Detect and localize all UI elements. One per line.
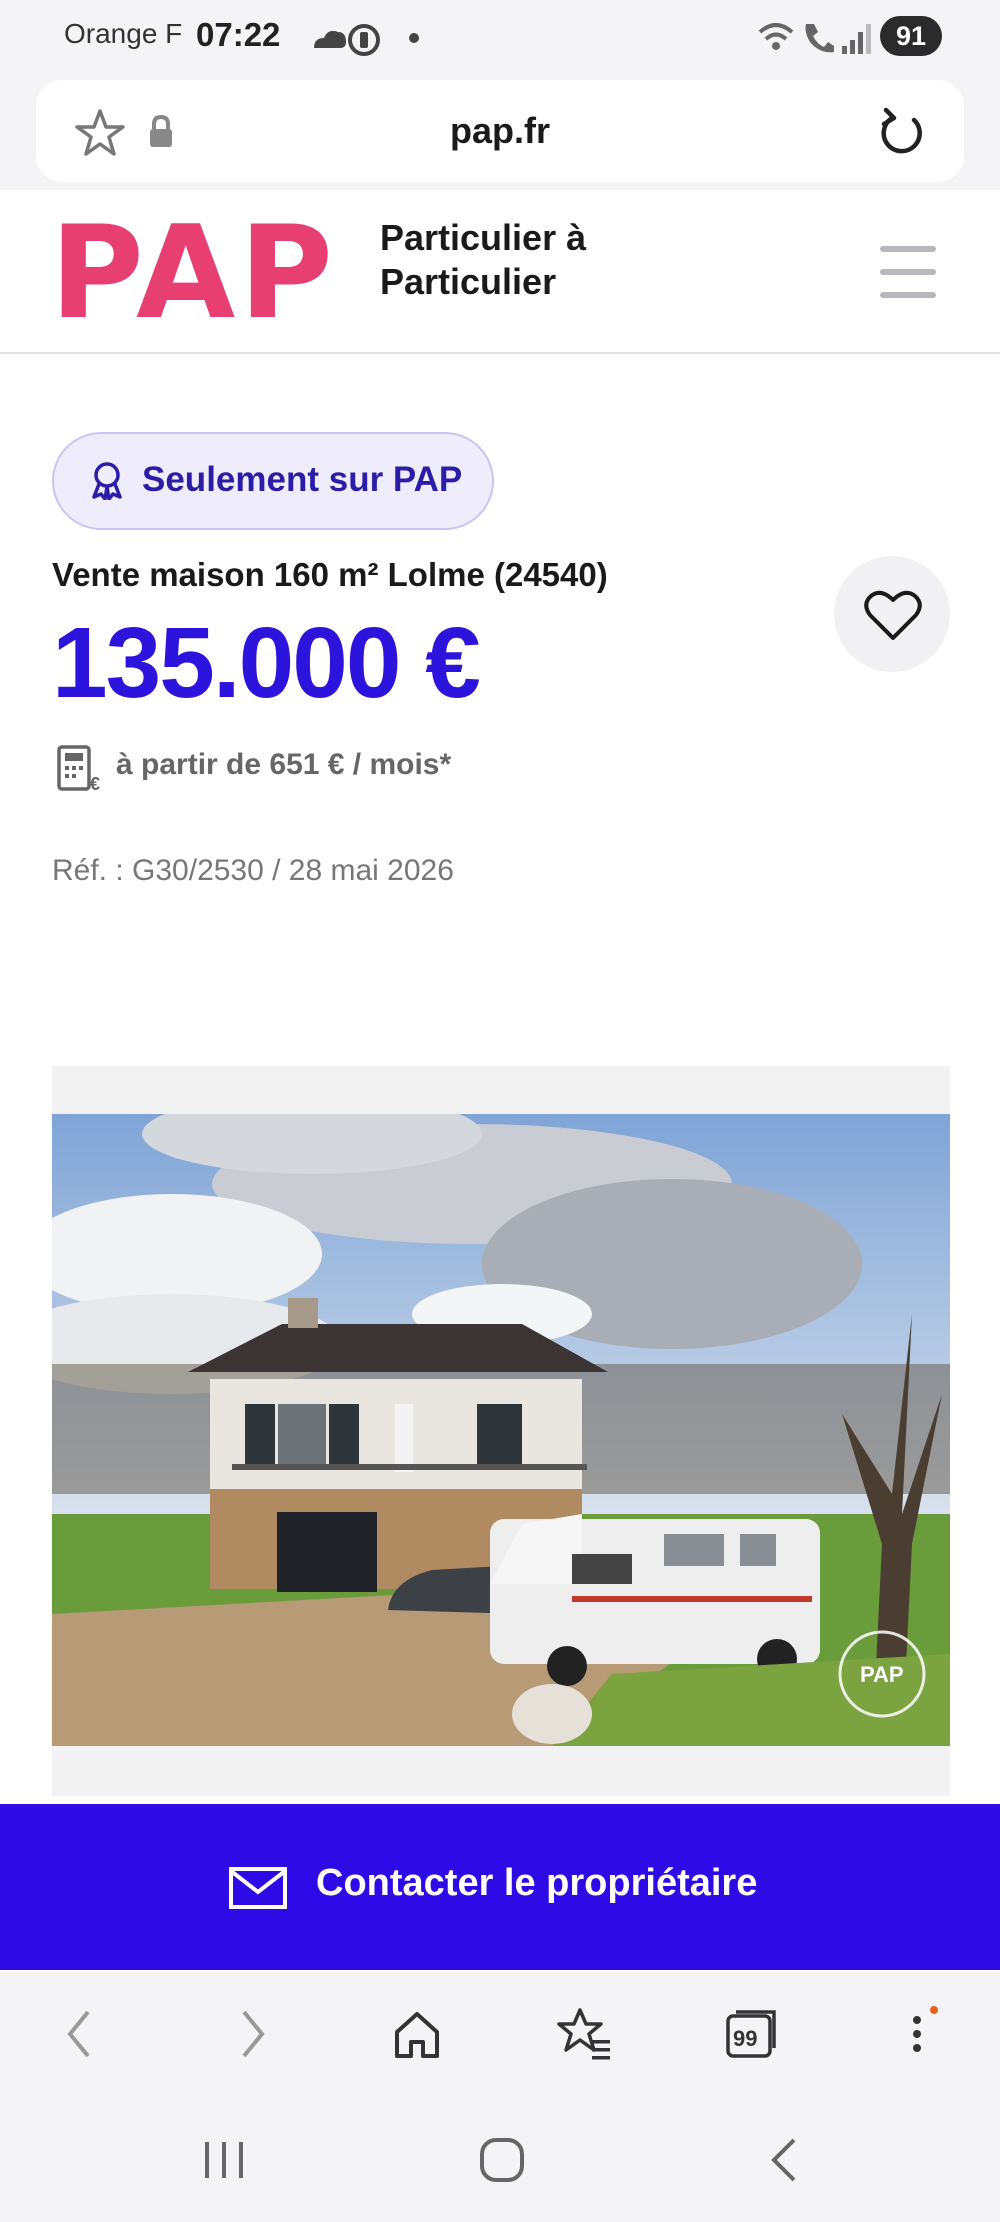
system-back-icon[interactable] bbox=[766, 2136, 802, 2184]
svg-text:€: € bbox=[90, 774, 100, 794]
back-arrow-icon[interactable] bbox=[62, 2006, 96, 2062]
contact-owner-label[interactable]: Contacter le propriétaire bbox=[316, 1862, 757, 1905]
pap-logo[interactable]: PAP bbox=[50, 210, 337, 338]
award-ribbon-icon bbox=[92, 462, 122, 500]
home-icon[interactable] bbox=[392, 2006, 442, 2062]
signal-icon bbox=[842, 24, 871, 54]
system-home-icon[interactable] bbox=[478, 2136, 526, 2184]
tagline-line-2: Particulier bbox=[380, 261, 557, 302]
call-icon bbox=[805, 24, 834, 53]
more-menu-icon[interactable] bbox=[900, 2006, 940, 2062]
browser-bottom-nav bbox=[0, 1972, 1000, 2102]
listing-title: Vente maison 160 m² Lolme (24540) bbox=[52, 556, 608, 593]
dot-icon bbox=[409, 33, 419, 43]
url-text[interactable]: pap.fr bbox=[0, 110, 1000, 152]
photo-watermark: PAP bbox=[860, 1662, 904, 1687]
heart-icon bbox=[864, 590, 922, 640]
listing-reference: Réf. : G30/2530 / 28 mai 2026 bbox=[52, 854, 454, 887]
house-photo-illustration: PAP bbox=[52, 1114, 950, 1746]
status-carrier: Orange F bbox=[64, 18, 183, 49]
favorite-button[interactable] bbox=[834, 556, 950, 672]
svg-text:99: 99 bbox=[733, 2026, 757, 2051]
recent-apps-icon[interactable] bbox=[200, 2138, 250, 2182]
tagline-line-1: Particulier à bbox=[380, 217, 587, 258]
listing-price: 135.000 € bbox=[52, 607, 481, 719]
battery-level: 91 bbox=[880, 16, 942, 56]
monthly-payment-link[interactable]: à partir de 651 € / mois* bbox=[116, 748, 451, 782]
bookmarks-icon[interactable] bbox=[556, 2006, 614, 2062]
envelope-icon bbox=[229, 1867, 287, 1909]
weather-icon bbox=[314, 24, 380, 56]
site-tagline: Particulier à Particulier bbox=[380, 216, 586, 304]
loan-calculator-icon: € bbox=[57, 745, 100, 794]
forward-arrow-icon[interactable] bbox=[236, 2006, 270, 2062]
listing-photo[interactable]: PAP bbox=[52, 1114, 950, 1746]
hamburger-menu-icon[interactable] bbox=[880, 246, 936, 298]
reload-icon[interactable] bbox=[876, 104, 926, 158]
tabs-icon[interactable]: 99 bbox=[724, 2006, 778, 2062]
status-time: 07:22 bbox=[196, 16, 281, 53]
exclusive-badge-label: Seulement sur PAP bbox=[142, 460, 463, 499]
wifi-icon bbox=[758, 23, 794, 50]
